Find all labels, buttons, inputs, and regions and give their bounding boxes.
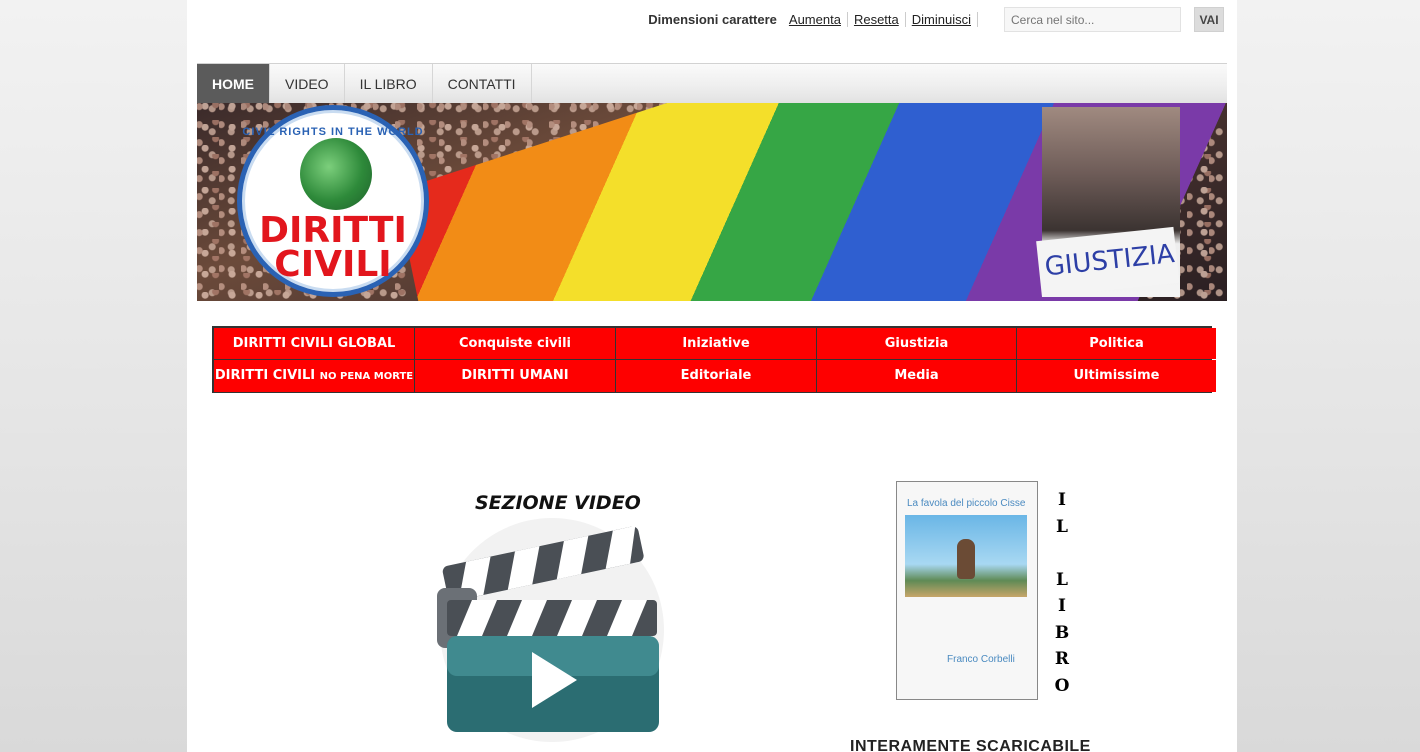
logo-name-line2: CIVILI [274,244,392,285]
category-politica[interactable]: Politica [1017,328,1216,359]
category-no-pena-morte[interactable]: DIRITTI CIVILI NO PENA MORTE [214,360,414,392]
category-ultimissime[interactable]: Ultimissime [1017,360,1216,392]
nav-item-book[interactable]: IL LIBRO [345,64,433,104]
protest-sign: GIUSTIZIA [1036,226,1180,297]
category-iniziative[interactable]: Iniziative [616,328,816,359]
nav-item-home[interactable]: HOME [197,64,270,104]
font-size-label: Dimensioni carattere [648,12,777,27]
nav-item-contacts[interactable]: CONTATTI [433,64,532,104]
category-no-pena-morte-main: DIRITTI CIVILI [214,367,316,383]
font-decrease-link[interactable]: Diminuisci [909,12,978,27]
globe-icon [300,138,372,210]
search-input[interactable] [1004,7,1181,32]
search-button[interactable]: VAI [1194,7,1224,32]
category-no-pena-morte-small: NO PENA MORTE [319,370,414,382]
book-letter: I [1058,596,1066,616]
nav-item-video[interactable]: VIDEO [270,64,345,104]
category-grid: DIRITTI CIVILI GLOBAL Conquiste civili I… [212,326,1216,393]
font-reset-link[interactable]: Resetta [851,12,906,27]
logo-name-line1: DIRITTI [259,210,407,251]
site-logo[interactable]: CIVIL RIGHTS IN THE WORLD DIRITTI CIVILI [237,105,429,297]
book-letter: B [1054,622,1070,643]
book-cover-author: Franco Corbelli [947,654,1015,665]
book-download-text[interactable]: INTERAMENTE SCARICABILE [850,738,1091,752]
video-clapperboard-icon[interactable] [427,518,677,743]
video-section-title[interactable]: SEZIONE VIDEO [475,492,641,514]
protester-photo: GIUSTIZIA [1036,107,1180,297]
book-cover-title: La favola del piccolo Cisse [907,498,1026,509]
logo-name: DIRITTI CIVILI [242,210,424,285]
book-letter: L [1056,569,1068,590]
category-conquiste-civili[interactable]: Conquiste civili [415,328,615,359]
category-diritti-umani[interactable]: DIRITTI UMANI [415,360,615,392]
header-banner: CIVIL RIGHTS IN THE WORLD DIRITTI CIVILI… [197,103,1227,301]
book-letter [1053,540,1071,567]
category-editoriale[interactable]: Editoriale [616,360,816,392]
page-container: Dimensioni carattere Aumenta Resetta Dim… [187,0,1237,752]
book-letter: R [1054,649,1070,669]
font-size-controls: Dimensioni carattere Aumenta Resetta Dim… [648,12,981,27]
book-cover-image [905,515,1027,597]
main-nav: HOME VIDEO IL LIBRO CONTATTI [197,63,1227,104]
category-giustizia[interactable]: Giustizia [817,328,1016,359]
book-cover[interactable]: La favola del piccolo Cisse Franco Corbe… [896,481,1038,700]
logo-ring-text: CIVIL RIGHTS IN THE WORLD [242,126,424,138]
book-letter: O [1054,675,1070,696]
category-diritti-civili-global[interactable]: DIRITTI CIVILI GLOBAL [214,328,414,359]
book-vertical-label[interactable]: I L L I B R O [1053,487,1071,699]
category-media[interactable]: Media [817,360,1016,392]
book-letter: L [1056,516,1068,537]
font-increase-link[interactable]: Aumenta [786,12,848,27]
top-bar: Dimensioni carattere Aumenta Resetta Dim… [187,7,1237,33]
book-letter: I [1058,490,1066,510]
